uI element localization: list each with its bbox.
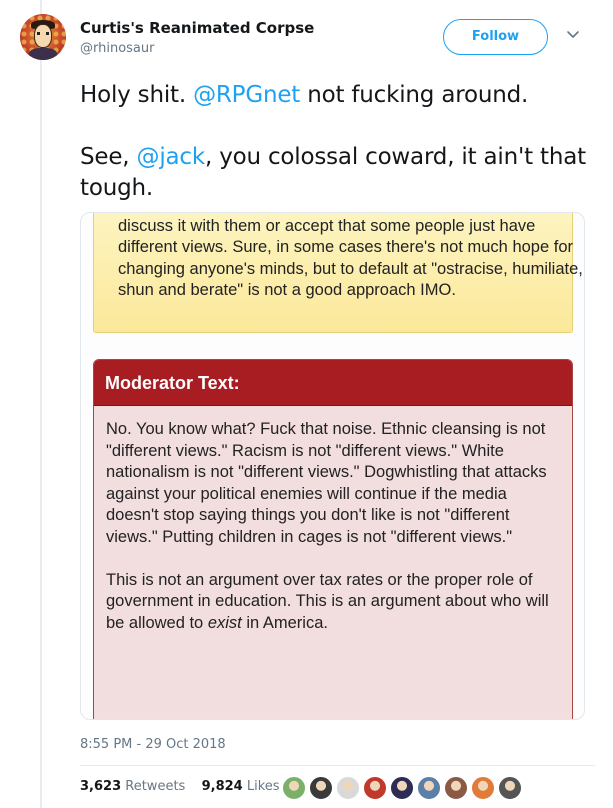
moderator-paragraph-2: This is not an argument over tax rates o… <box>106 570 549 632</box>
follow-button[interactable]: Follow <box>443 19 548 55</box>
likes-stat[interactable]: 9,824 Likes <box>202 779 280 794</box>
liker-avatar[interactable] <box>417 776 441 800</box>
liker-avatar[interactable] <box>471 776 495 800</box>
moderator-box: Moderator Text: No. You know what? Fuck … <box>93 359 573 719</box>
retweets-stat[interactable]: 3,623 Retweets <box>80 779 185 794</box>
liker-avatar[interactable] <box>390 776 414 800</box>
avatar[interactable] <box>20 14 66 60</box>
tweet-timestamp[interactable]: 8:55 PM - 29 Oct 2018 <box>80 737 226 752</box>
user-handle[interactable]: @rhinosaur <box>80 41 154 56</box>
tweet-stats: 3,623 Retweets 9,824 Likes <box>80 779 280 794</box>
tweet-line-2: See, @jack, you colossal coward, it ain'… <box>80 144 586 201</box>
mention-rpgnet[interactable]: @RPGnet <box>193 82 300 108</box>
attached-image[interactable]: people whose values are antithetical to … <box>80 212 585 720</box>
liker-avatar[interactable] <box>309 776 333 800</box>
divider <box>80 765 595 766</box>
moderator-text: No. You know what? Fuck that noise. Ethn… <box>94 406 572 634</box>
liker-avatar[interactable] <box>336 776 360 800</box>
liker-avatars <box>282 776 522 802</box>
moderator-paragraph-1: No. You know what? Fuck that noise. Ethn… <box>106 420 547 546</box>
mention-jack[interactable]: @jack <box>137 144 206 170</box>
liker-avatar[interactable] <box>363 776 387 800</box>
chevron-down-icon[interactable] <box>565 26 581 42</box>
tweet-line-1: Holy shit. @RPGnet not fucking around. <box>80 82 529 108</box>
moderator-title: Moderator Text: <box>94 360 572 406</box>
tweet-text: Holy shit. @RPGnet not fucking around. S… <box>80 80 595 204</box>
liker-avatar[interactable] <box>282 776 306 800</box>
quoted-post-text: people whose values are antithetical to … <box>118 216 583 300</box>
liker-avatar[interactable] <box>498 776 522 800</box>
quoted-post-box: people whose values are antithetical to … <box>93 213 583 333</box>
display-name[interactable]: Curtis's Reanimated Corpse <box>80 19 314 37</box>
liker-avatar[interactable] <box>444 776 468 800</box>
thread-line <box>40 0 42 808</box>
